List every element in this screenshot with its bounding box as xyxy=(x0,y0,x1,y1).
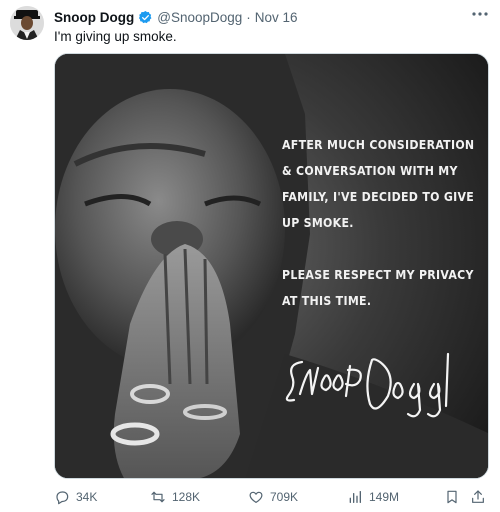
separator-dot: · xyxy=(246,9,251,25)
bookmark-icon xyxy=(447,490,457,504)
action-bar: 34K 128K 709K 149M xyxy=(54,487,488,507)
author-name[interactable]: Snoop Dogg xyxy=(54,10,134,25)
verified-badge-icon xyxy=(139,10,152,23)
like-button[interactable]: 709K xyxy=(248,487,298,507)
more-icon[interactable] xyxy=(470,6,490,22)
like-count: 709K xyxy=(270,490,299,504)
like-icon xyxy=(249,491,263,503)
repost-icon xyxy=(151,491,165,503)
statement-line-1: AFTER MUCH CONSIDERATION & CONVERSATION … xyxy=(282,138,475,230)
repost-button[interactable]: 128K xyxy=(150,487,200,507)
tweet: Snoop Dogg @SnoopDogg · Nov 16 I'm givin… xyxy=(0,0,500,512)
statement-line-2: PLEASE RESPECT MY PRIVACY AT THIS TIME. xyxy=(282,268,474,308)
views-count: 149M xyxy=(369,490,400,504)
repost-count: 128K xyxy=(172,490,201,504)
reply-count: 34K xyxy=(76,490,98,504)
statement-text: AFTER MUCH CONSIDERATION & CONVERSATION … xyxy=(282,132,482,340)
reply-button[interactable]: 34K xyxy=(54,487,97,507)
tweet-date[interactable]: Nov 16 xyxy=(255,10,298,25)
share-button[interactable] xyxy=(470,487,486,507)
tweet-header: Snoop Dogg @SnoopDogg · Nov 16 xyxy=(54,8,460,26)
share-icon xyxy=(472,490,484,503)
tweet-text: I'm giving up smoke. xyxy=(54,29,177,44)
signature xyxy=(285,352,450,418)
avatar[interactable] xyxy=(10,6,44,40)
tweet-image[interactable]: AFTER MUCH CONSIDERATION & CONVERSATION … xyxy=(54,53,489,479)
views-icon xyxy=(349,491,361,503)
reply-icon xyxy=(56,491,69,505)
author-handle[interactable]: @SnoopDogg xyxy=(157,10,242,25)
bookmark-button[interactable] xyxy=(444,487,460,507)
views-button[interactable]: 149M xyxy=(347,487,399,507)
